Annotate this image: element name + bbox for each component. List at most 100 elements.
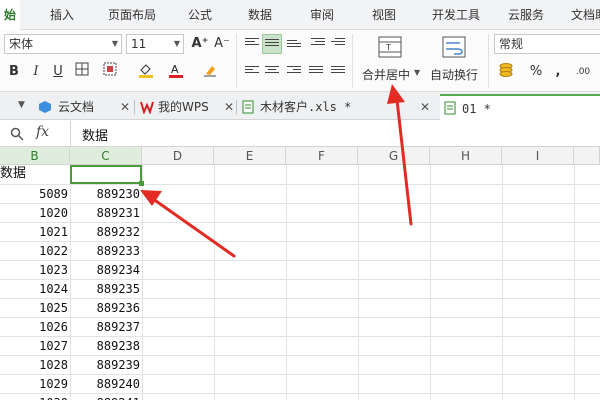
column-header-j[interactable] — [574, 147, 600, 165]
cell-c[interactable]: 889237 — [70, 317, 140, 337]
cell-b[interactable]: 1027 — [0, 336, 68, 356]
chevron-down-icon: ▼ — [111, 39, 118, 48]
document-tab-bar: ▼ 云文档 ✕ 我的WPS ✕ 木材客户.xls * ✕ 01 * — [0, 92, 600, 120]
cell-b[interactable]: 1028 — [0, 355, 68, 375]
menu-page-layout[interactable]: 页面布局 — [100, 0, 164, 30]
insert-function-button[interactable]: fx — [36, 124, 49, 140]
wrap-text-button[interactable]: 自动换行 — [428, 32, 482, 90]
close-icon[interactable]: ✕ — [120, 94, 130, 120]
column-header-d[interactable]: D — [142, 147, 214, 165]
tab-label: 云文档 — [58, 100, 95, 114]
cell-b[interactable]: 5089 — [0, 184, 68, 204]
column-header-g[interactable]: G — [358, 147, 430, 165]
merge-center-button[interactable]: T 合并居中 ▼ — [358, 32, 424, 90]
cell-c[interactable]: 889232 — [70, 222, 140, 242]
cell-c[interactable]: 889233 — [70, 241, 140, 261]
align-bottom-icon[interactable] — [284, 34, 304, 54]
cell-b[interactable]: 1026 — [0, 317, 68, 337]
fill-color-icon[interactable] — [136, 62, 156, 82]
chevron-down-icon: ▼ — [414, 68, 421, 77]
align-center-icon[interactable] — [262, 62, 282, 82]
cell-c[interactable]: 889235 — [70, 279, 140, 299]
column-header-f[interactable]: F — [286, 147, 358, 165]
cell-b[interactable]: 1023 — [0, 260, 68, 280]
column-header-b[interactable]: B — [0, 147, 70, 165]
cell-b[interactable]: 1020 — [0, 203, 68, 223]
cell-b[interactable]: 1029 — [0, 374, 68, 394]
spreadsheet-grid[interactable]: B C D E F G H I 数据 5089 889230 1020 8892… — [0, 147, 600, 400]
align-left-icon[interactable] — [242, 62, 262, 82]
bold-button[interactable]: B — [4, 62, 24, 82]
menu-insert[interactable]: 插入 — [42, 0, 82, 30]
borders-icon[interactable] — [72, 62, 92, 82]
justify-icon[interactable] — [306, 62, 326, 82]
cell-c[interactable]: 889238 — [70, 336, 140, 356]
cell-b[interactable]: 1025 — [0, 298, 68, 318]
tab-label: 我的WPS — [158, 100, 209, 114]
column-header-h[interactable]: H — [430, 147, 502, 165]
menu-formulas[interactable]: 公式 — [180, 0, 220, 30]
font-name-value: 宋体 — [9, 37, 34, 51]
number-format-select[interactable]: 常规 — [494, 34, 600, 54]
cell-c[interactable]: 889231 — [70, 203, 140, 223]
currency-icon[interactable] — [496, 62, 516, 82]
number-format-value: 常规 — [499, 37, 524, 51]
svg-text:A: A — [171, 63, 179, 76]
distributed-align-icon[interactable] — [328, 62, 348, 82]
spreadsheet-file-icon — [242, 100, 254, 114]
cell-c[interactable]: 889230 — [70, 184, 140, 204]
column-header-e[interactable]: E — [214, 147, 286, 165]
shrink-font-button[interactable]: A⁻ — [212, 34, 232, 54]
tab-wood-customers[interactable]: 木材客户.xls * ✕ — [242, 94, 432, 120]
formula-input[interactable]: 数据 — [82, 125, 108, 144]
font-color-icon[interactable]: A — [166, 62, 186, 82]
cell-b[interactable]: 1024 — [0, 279, 68, 299]
cell-b[interactable]: 1022 — [0, 241, 68, 261]
increase-indent-icon[interactable] — [328, 34, 348, 54]
cell-c-selected[interactable] — [70, 165, 142, 184]
align-right-icon[interactable] — [284, 62, 304, 82]
cell-b-header[interactable]: 数据 — [0, 164, 68, 184]
menu-review[interactable]: 审阅 — [302, 0, 342, 30]
wrap-text-icon — [442, 36, 466, 58]
cell-b[interactable]: 1030 — [0, 393, 68, 400]
menu-developer[interactable]: 开发工具 — [424, 0, 488, 30]
close-icon[interactable]: ✕ — [420, 94, 430, 120]
font-size-select[interactable]: 11 ▼ — [126, 34, 184, 54]
clear-format-icon[interactable] — [200, 62, 220, 82]
align-top-icon[interactable] — [242, 34, 262, 54]
cell-c[interactable]: 889236 — [70, 298, 140, 318]
thousands-separator-button[interactable]: , — [548, 62, 568, 82]
tab-01[interactable]: 01 * — [440, 94, 600, 120]
font-size-value: 11 — [131, 37, 147, 51]
tab-cloud-docs[interactable]: 云文档 ✕ — [38, 94, 134, 120]
font-name-select[interactable]: 宋体 ▼ — [4, 34, 122, 54]
tab-list-dropdown-icon[interactable]: ▼ — [18, 100, 25, 110]
increase-decimal-button[interactable]: .00 — [570, 62, 596, 82]
cell-b[interactable]: 1021 — [0, 222, 68, 242]
tab-my-wps[interactable]: 我的WPS ✕ — [140, 94, 236, 120]
cell-c[interactable]: 889234 — [70, 260, 140, 280]
percent-button[interactable]: % — [526, 62, 546, 82]
menu-cloud-service[interactable]: 云服务 — [500, 0, 552, 30]
column-header-c[interactable]: C — [70, 147, 142, 165]
menu-view[interactable]: 视图 — [364, 0, 404, 30]
cell-c[interactable]: 889239 — [70, 355, 140, 375]
ribbon-toolbar: 宋体 ▼ 11 ▼ A⁺ A⁻ B I U A T 合并居中 ▼ 自动换行 常规… — [0, 30, 600, 92]
grow-font-button[interactable]: A⁺ — [190, 34, 210, 54]
italic-button[interactable]: I — [26, 62, 46, 82]
menu-home[interactable]: 始 — [0, 0, 20, 30]
underline-button[interactable]: U — [48, 62, 68, 82]
cell-style-icon[interactable] — [100, 62, 120, 82]
menu-doc-assistant[interactable]: 文档助 — [564, 0, 600, 30]
zoom-search-icon[interactable] — [10, 127, 24, 141]
wps-logo-icon — [140, 101, 154, 114]
decrease-indent-icon[interactable] — [308, 34, 328, 54]
align-middle-icon[interactable] — [262, 34, 282, 54]
cell-c[interactable]: 889241 — [70, 393, 140, 400]
menu-data[interactable]: 数据 — [240, 0, 280, 30]
cell-c[interactable]: 889240 — [70, 374, 140, 394]
chevron-down-icon: ▼ — [173, 39, 180, 48]
close-icon[interactable]: ✕ — [224, 94, 234, 120]
column-header-i[interactable]: I — [502, 147, 574, 165]
